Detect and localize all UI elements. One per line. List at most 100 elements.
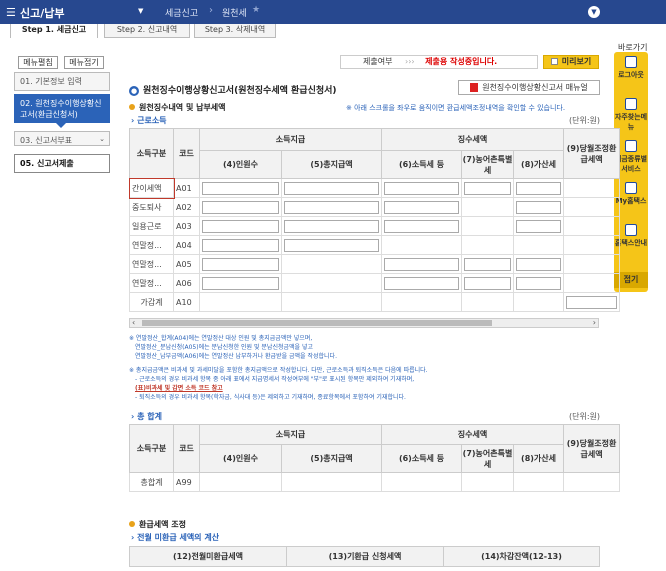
people-input[interactable] bbox=[202, 219, 279, 233]
col-code: 코드 bbox=[173, 424, 200, 473]
add-tax-input[interactable] bbox=[516, 276, 562, 290]
income-tax-input[interactable] bbox=[384, 257, 460, 271]
logout-label: 로그아웃 bbox=[618, 71, 644, 79]
col-income-type: 소득구분 bbox=[129, 128, 174, 179]
note-block-1: ※ 연말정산_합계(A04)에는 연말정산 대상 인원 및 총지급금액만 넣으며… bbox=[129, 334, 599, 361]
table-row: 간이세액 A01 bbox=[128, 177, 621, 199]
rural-tax-input[interactable] bbox=[464, 276, 512, 290]
scrollbar-thumb[interactable] bbox=[142, 320, 492, 326]
row-label: 연말정... bbox=[129, 235, 174, 255]
tab-step1[interactable]: Step 1. 세금신고 bbox=[10, 24, 98, 38]
people-input[interactable] bbox=[202, 257, 279, 271]
page-title: 신고/납부 bbox=[20, 7, 65, 20]
people-input[interactable] bbox=[202, 200, 279, 214]
adjust-refund-input[interactable] bbox=[566, 295, 618, 309]
income-tax-input[interactable] bbox=[384, 181, 460, 195]
total-payment-input[interactable] bbox=[284, 219, 380, 233]
chevron-down-icon[interactable]: ▼ bbox=[138, 7, 143, 15]
filing-arrows: ››› bbox=[405, 57, 415, 66]
note-line: ※ 연말정산_합계(A04)에는 연말정산 대상 인원 및 총지급금액만 넣으며… bbox=[129, 335, 313, 342]
note-line: - 퇴직소득의 경우 비과세 항목(학자금, 식사대 등)은 제외하고 기재하며… bbox=[135, 394, 406, 401]
earned-income-heading: › 근로소득 bbox=[131, 116, 167, 125]
col-balance: (14)차감잔액(12-13) bbox=[443, 546, 600, 567]
horizontal-scrollbar[interactable]: ‹ › bbox=[129, 318, 599, 328]
filing-status: 제출용 작성중입니다. bbox=[425, 57, 498, 66]
earned-income-table: 소득구분 코드 소득지급 징수세액 (9)당월조정환급세액 (4)인원수 (5)… bbox=[128, 128, 621, 312]
section-withholding-details: 원천징수내역 및 납부세액 bbox=[129, 102, 226, 113]
income-tax-input[interactable] bbox=[384, 200, 460, 214]
my-hometax-label: My홈택스 bbox=[615, 197, 647, 205]
people-input[interactable] bbox=[202, 238, 279, 252]
row-label: 간이세액 bbox=[128, 177, 175, 199]
logout-button[interactable]: 로그아웃 bbox=[614, 56, 648, 80]
bullet-icon bbox=[129, 104, 135, 110]
lock-icon bbox=[625, 56, 637, 68]
add-tax-input[interactable] bbox=[516, 257, 562, 271]
rural-tax-input[interactable] bbox=[464, 181, 512, 195]
table-row: 중도퇴사 A02 bbox=[129, 197, 621, 217]
favorite-menu-button[interactable]: 자주찾는메뉴 bbox=[614, 98, 648, 132]
col-prev-unrefunded: (12)전월미환급세액 bbox=[129, 546, 287, 567]
menu-collapse-button[interactable]: 메뉴접기 bbox=[64, 56, 104, 69]
breadcrumb-separator: › bbox=[209, 5, 213, 16]
row-code: A03 bbox=[173, 216, 200, 236]
col-rural-tax: (7)농어촌특별세 bbox=[461, 150, 515, 179]
preview-button[interactable]: 미리보기 bbox=[543, 55, 599, 69]
col-rural-tax: (7)농어촌특별세 bbox=[461, 444, 515, 473]
manual-button[interactable]: 원천징수이행상황신고서 매뉴얼 bbox=[458, 80, 600, 95]
col-tax-group: 징수세액 bbox=[381, 424, 565, 445]
col-adjust-refund: (9)당월조정환급세액 bbox=[563, 424, 621, 473]
nav-item-submit[interactable]: 05. 신고서제출 bbox=[14, 154, 110, 173]
people-input[interactable] bbox=[202, 276, 279, 290]
col-total-payment: (5)총지급액 bbox=[280, 444, 383, 473]
income-tax-input[interactable] bbox=[384, 219, 460, 233]
row-label: 가감계 bbox=[129, 292, 174, 312]
col-income-type: 소득구분 bbox=[129, 424, 174, 473]
row-code: A04 bbox=[173, 235, 200, 255]
rural-tax-input[interactable] bbox=[464, 257, 512, 271]
filing-label: 제출여부 bbox=[363, 57, 393, 66]
row-code: A01 bbox=[173, 178, 200, 198]
star-icon[interactable]: ★ bbox=[252, 5, 260, 15]
income-tax-input[interactable] bbox=[384, 276, 460, 290]
top-bar: ☰ 신고/납부 ▼ 세금신고 › 원천세 ★ ▼ bbox=[0, 0, 666, 24]
nav-item-withholding-report[interactable]: 02. 원천징수이행상황신고서(환급신청서) bbox=[14, 94, 110, 123]
nontax-code-link[interactable]: (표)비과세 및 감면 소득 코드 참고 bbox=[135, 385, 223, 392]
scroll-right-icon[interactable]: › bbox=[593, 318, 596, 327]
col-income-tax: (6)소득세 등 bbox=[381, 444, 463, 473]
breadcrumb-tax-report[interactable]: 세금신고 bbox=[165, 6, 198, 19]
tab-step2[interactable]: Step 2. 신고내역 bbox=[104, 24, 190, 38]
add-tax-input[interactable] bbox=[516, 200, 562, 214]
form-title-text: 원천징수이행상황신고서(원천징수세액 환급신청서) bbox=[143, 86, 337, 96]
breadcrumb-withholding[interactable]: 원천세 bbox=[222, 6, 247, 19]
total-payment-input[interactable] bbox=[284, 181, 380, 195]
col-code: 코드 bbox=[173, 128, 200, 179]
add-tax-input[interactable] bbox=[516, 181, 562, 195]
total-payment-input[interactable] bbox=[284, 238, 380, 252]
nav-item-attachment-label: 03. 신고서부표 bbox=[20, 136, 73, 145]
section-refund-adjust: 환급세액 조정 bbox=[129, 519, 186, 530]
col-income-tax: (6)소득세 등 bbox=[381, 150, 463, 179]
star-icon bbox=[625, 98, 637, 110]
bullet-icon: ● bbox=[129, 86, 139, 96]
row-label: 중도퇴사 bbox=[129, 197, 174, 217]
preview-label: 미리보기 bbox=[561, 57, 592, 66]
document-icon bbox=[550, 58, 558, 65]
add-tax-input[interactable] bbox=[516, 219, 562, 233]
people-input[interactable] bbox=[202, 181, 279, 195]
nav-item-attachment[interactable]: 03. 신고서부표 ⌄ bbox=[14, 131, 110, 146]
row-code: A06 bbox=[173, 273, 200, 293]
menu-expand-button[interactable]: 메뉴펼침 bbox=[18, 56, 58, 69]
menu-icon[interactable]: ☰ bbox=[6, 6, 16, 19]
scroll-left-icon[interactable]: ‹ bbox=[132, 318, 135, 327]
home-icon bbox=[625, 224, 637, 236]
nav-item-basic-info[interactable]: 01. 기본정보 입력 bbox=[14, 72, 110, 91]
manual-label: 원천징수이행상황신고서 매뉴얼 bbox=[482, 83, 588, 92]
tab-step3[interactable]: Step 3. 삭제내역 bbox=[194, 24, 276, 38]
col-payment-group: 소득지급 bbox=[198, 424, 383, 445]
total-payment-input[interactable] bbox=[284, 200, 380, 214]
prev-unrefunded-heading: › 전월 미환급 세액의 계산 bbox=[131, 533, 220, 542]
collapse-icon[interactable]: ▼ bbox=[588, 6, 600, 18]
earned-income-label: 근로소득 bbox=[137, 116, 167, 125]
col-people: (4)인원수 bbox=[199, 444, 282, 473]
